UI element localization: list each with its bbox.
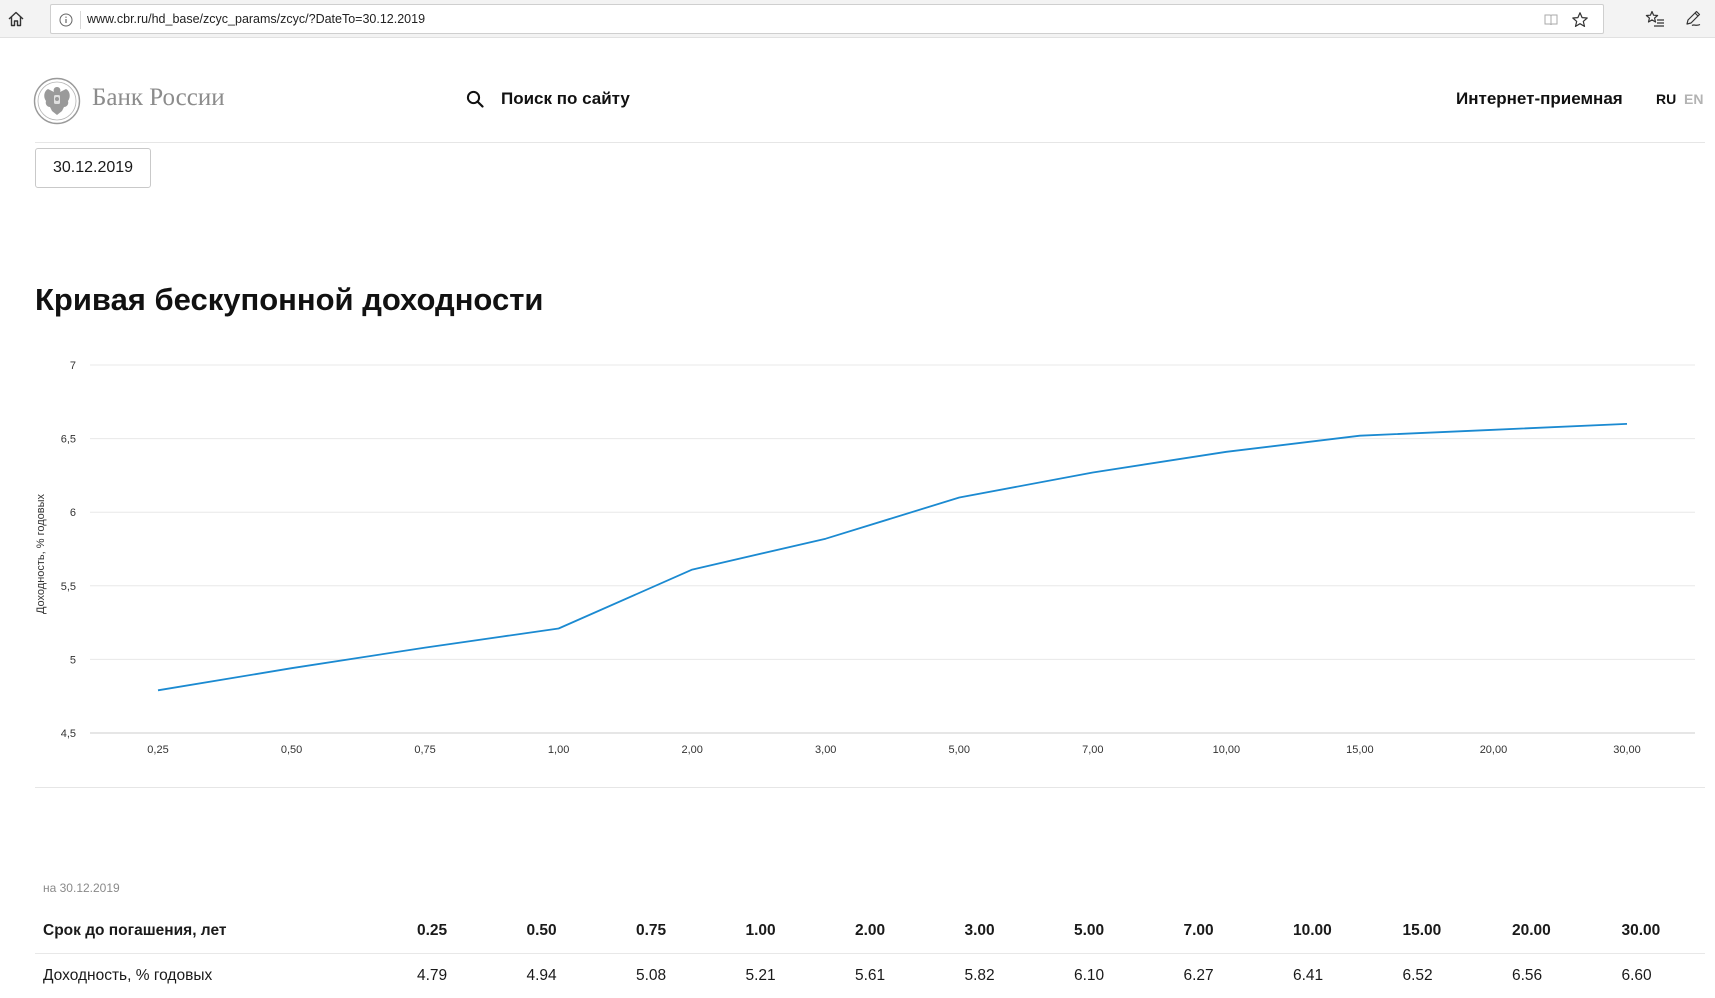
term-cell: 7.00: [1183, 922, 1214, 939]
x-tick-label: 30,00: [1613, 744, 1641, 756]
x-tick-label: 0,25: [147, 744, 168, 756]
x-tick-label: 15,00: [1346, 744, 1374, 756]
favorite-star-icon[interactable]: [1571, 11, 1589, 29]
reading-view-icon[interactable]: [1543, 12, 1559, 28]
y-tick-label: 4,5: [61, 728, 76, 740]
x-tick-label: 0,75: [414, 744, 435, 756]
language-en[interactable]: EN: [1684, 91, 1703, 107]
x-tick-label: 20,00: [1480, 744, 1508, 756]
yield-cell: 6.27: [1183, 967, 1214, 984]
table-header-row: Срок до погашения, лет 0.25 0.50 0.75 1.00 2…: [35, 908, 1705, 953]
yield-curve-chart: 4,5 5 5,5 6 6,5 7 0,25 0,50 0,75 1,00 2,00 3,00 5,00…: [35, 360, 1695, 756]
term-cell: 30.00: [1621, 922, 1661, 939]
yield-cell: 5.61: [855, 967, 886, 984]
y-tick-label: 7: [70, 360, 76, 372]
yield-cell: 6.52: [1402, 967, 1433, 984]
notes-pen-icon[interactable]: [1683, 8, 1703, 28]
term-cell: 0.50: [526, 922, 557, 939]
x-tick-label: 1,00: [548, 744, 569, 756]
x-tick-label: 0,50: [281, 744, 302, 756]
address-separator: [80, 11, 81, 29]
x-tick-label: 7,00: [1082, 744, 1103, 756]
table-as-of-date: на 30.12.2019: [43, 881, 120, 895]
yield-cell: 5.21: [745, 967, 776, 984]
language-ru[interactable]: RU: [1656, 91, 1676, 107]
x-tick-label: 2,00: [681, 744, 702, 756]
y-tick-label: 5: [70, 654, 76, 666]
yield-table: Срок до погашения, лет 0.25 0.50 0.75 1.00 2…: [35, 908, 1705, 998]
yield-cell: 6.60: [1621, 967, 1652, 984]
browser-toolbar: www.cbr.ru/hd_base/zcyc_params/zcyc/?Dat…: [0, 0, 1715, 38]
term-cell: 2.00: [855, 922, 886, 939]
y-tick-label: 5,5: [61, 581, 76, 593]
home-icon[interactable]: [6, 9, 26, 29]
internet-reception-link[interactable]: Интернет-приемная: [1456, 89, 1623, 109]
x-tick-label: 5,00: [949, 744, 970, 756]
yield-cell: 4.94: [526, 967, 557, 984]
y-tick-label: 6,5: [61, 434, 76, 446]
yield-cell: 6.56: [1512, 967, 1543, 984]
term-cell: 3.00: [964, 922, 995, 939]
yield-series-line: [157, 423, 1628, 692]
url-text[interactable]: www.cbr.ru/hd_base/zcyc_params/zcyc/?Dat…: [87, 12, 425, 26]
x-tick-label: 3,00: [815, 744, 836, 756]
yield-cell: 5.08: [636, 967, 667, 984]
page-title: Кривая бескупонной доходности: [35, 282, 544, 317]
info-icon[interactable]: [59, 13, 73, 27]
term-cell: 5.00: [1074, 922, 1105, 939]
site-search-link[interactable]: Поиск по сайту: [501, 89, 630, 109]
chart-divider: [35, 787, 1705, 788]
term-cell: 0.25: [417, 922, 448, 939]
yield-cell: 4.79: [417, 967, 448, 984]
x-tick-label: 10,00: [1213, 744, 1241, 756]
bank-emblem-logo[interactable]: [33, 77, 81, 125]
yield-cell: 6.10: [1074, 967, 1105, 984]
term-cell: 0.75: [636, 922, 667, 939]
yield-cell: 6.41: [1293, 967, 1324, 984]
table-row: Доходность, % годовых 4.79 4.94 5.08 5.21 5.…: [35, 953, 1705, 998]
brand-name[interactable]: Банк России: [92, 84, 225, 112]
favorites-list-icon[interactable]: [1645, 9, 1665, 29]
y-tick-label: 6: [70, 507, 76, 519]
date-filter-field[interactable]: 30.12.2019: [35, 148, 151, 188]
search-icon[interactable]: [466, 90, 484, 108]
address-bar[interactable]: www.cbr.ru/hd_base/zcyc_params/zcyc/?Dat…: [50, 4, 1604, 34]
yield-row-label: Доходность, % годовых: [43, 967, 213, 984]
term-cell: 1.00: [745, 922, 776, 939]
term-cell: 20.00: [1512, 922, 1551, 939]
header-divider: [35, 142, 1705, 143]
yield-cell: 5.82: [964, 967, 995, 984]
y-axis-label: Доходность, % годовых: [35, 493, 47, 614]
term-cell: 10.00: [1293, 922, 1332, 939]
term-row-label: Срок до погашения, лет: [43, 922, 227, 939]
term-cell: 15.00: [1402, 922, 1442, 939]
